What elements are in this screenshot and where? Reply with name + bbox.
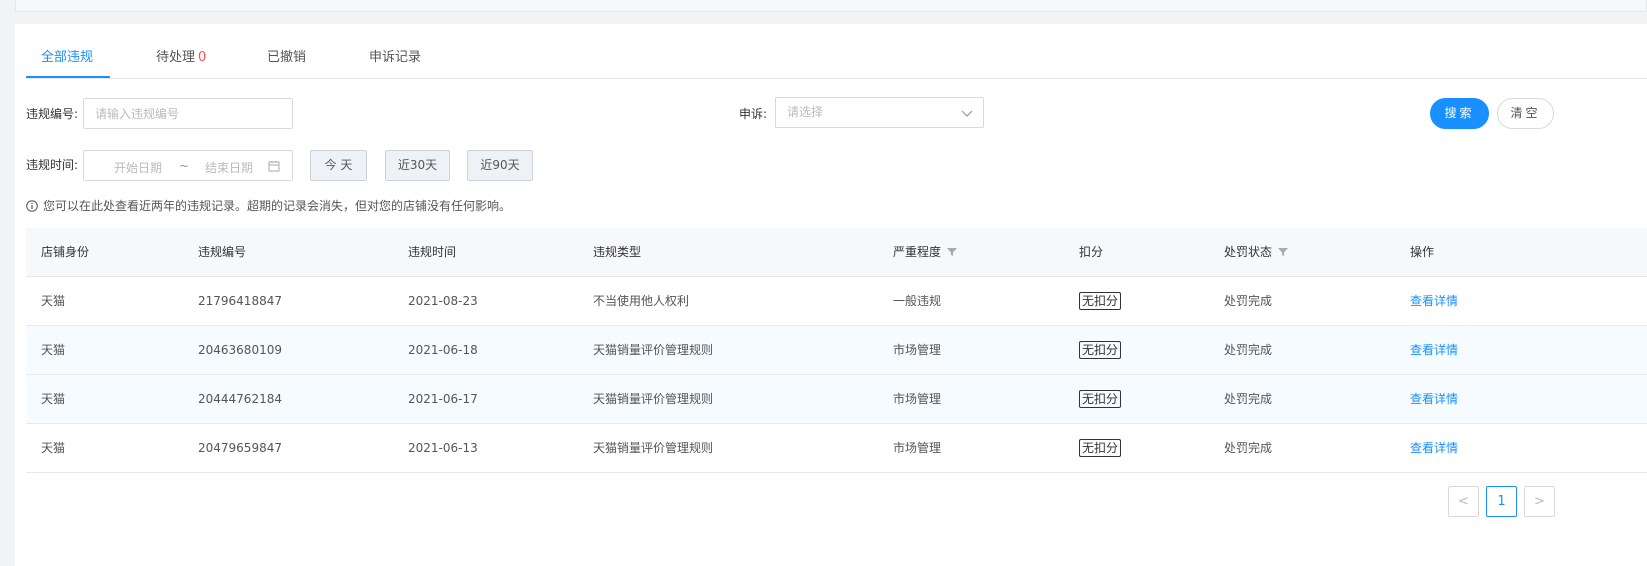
cell-severity: 市场管理 bbox=[893, 441, 942, 455]
info-icon bbox=[26, 200, 38, 212]
cell-status: 处罚完成 bbox=[1224, 294, 1273, 308]
cell-date: 2021-06-13 bbox=[408, 441, 478, 455]
top-panel bbox=[15, 0, 1647, 12]
cell-points: 无扣分 bbox=[1079, 326, 1122, 374]
table-header: 店铺身份 违规编号 违规时间 违规类型 严重程度 扣分 处罚状态 操作 bbox=[26, 228, 1647, 277]
cell-type: 不当使用他人权利 bbox=[593, 294, 690, 308]
cell-status: 处罚完成 bbox=[1224, 441, 1273, 455]
chevron-down-icon bbox=[961, 110, 973, 117]
date-range-picker[interactable]: 开始日期 ~ 结束日期 bbox=[83, 150, 293, 181]
last-30-days-button[interactable]: 近30天 bbox=[385, 150, 450, 181]
cell-type: 天猫销量评价管理规则 bbox=[593, 392, 714, 406]
points-badge: 无扣分 bbox=[1079, 439, 1122, 457]
pagination-page-1[interactable]: 1 bbox=[1486, 486, 1517, 517]
cell-violation-no: 20463680109 bbox=[198, 343, 282, 357]
filter-icon[interactable] bbox=[1278, 247, 1289, 257]
cell-points: 无扣分 bbox=[1079, 424, 1122, 472]
table-row: 天猫 20463680109 2021-06-18 天猫销量评价管理规则 市场管… bbox=[26, 326, 1647, 375]
pending-count: 0 bbox=[198, 50, 207, 65]
appeal-select[interactable]: 请选择 bbox=[775, 97, 984, 128]
violation-time-label: 违规时间: bbox=[26, 158, 79, 172]
notice-text: 您可以在此处查看近两年的违规记录。超期的记录会消失，但对您的店铺没有任何影响。 bbox=[43, 199, 512, 213]
filter-icon[interactable] bbox=[947, 247, 958, 257]
view-details-link[interactable]: 查看详情 bbox=[1410, 424, 1458, 472]
cell-severity: 市场管理 bbox=[893, 343, 942, 357]
pagination-next-button[interactable]: > bbox=[1524, 486, 1555, 517]
violations-table: 店铺身份 违规编号 违规时间 违规类型 严重程度 扣分 处罚状态 操作 天猫 2… bbox=[26, 228, 1647, 473]
retention-notice: 您可以在此处查看近两年的违规记录。超期的记录会消失，但对您的店铺没有任何影响。 bbox=[26, 197, 511, 214]
view-details-link[interactable]: 查看详情 bbox=[1410, 326, 1458, 374]
cell-severity: 市场管理 bbox=[893, 392, 942, 406]
start-date-placeholder: 开始日期 bbox=[114, 161, 163, 175]
col-points: 扣分 bbox=[1079, 245, 1104, 259]
calendar-icon bbox=[268, 161, 280, 172]
col-penalty-status[interactable]: 处罚状态 bbox=[1224, 228, 1289, 276]
cell-severity: 一般违规 bbox=[893, 294, 942, 308]
violation-no-input[interactable] bbox=[83, 98, 293, 129]
cell-points: 无扣分 bbox=[1079, 277, 1122, 325]
cell-status: 处罚完成 bbox=[1224, 392, 1273, 406]
points-badge: 无扣分 bbox=[1079, 390, 1122, 408]
cell-type: 天猫销量评价管理规则 bbox=[593, 343, 714, 357]
cell-date: 2021-06-17 bbox=[408, 392, 478, 406]
table-row: 天猫 20444762184 2021-06-17 天猫销量评价管理规则 市场管… bbox=[26, 375, 1647, 424]
search-button[interactable]: 搜索 bbox=[1430, 98, 1489, 129]
table-row: 天猫 20479659847 2021-06-13 天猫销量评价管理规则 市场管… bbox=[26, 424, 1647, 473]
cell-violation-no: 20444762184 bbox=[198, 392, 282, 406]
cell-shop: 天猫 bbox=[41, 294, 66, 308]
points-badge: 无扣分 bbox=[1079, 341, 1122, 359]
active-tab-indicator bbox=[26, 76, 110, 78]
points-badge: 无扣分 bbox=[1079, 292, 1122, 310]
last-90-days-button[interactable]: 近90天 bbox=[467, 150, 533, 181]
appeal-label: 申诉: bbox=[739, 107, 768, 121]
violation-no-label: 违规编号: bbox=[26, 107, 79, 121]
tab-appeal-records[interactable]: 申诉记录 bbox=[369, 46, 421, 77]
tab-bar: 全部违规 待处理 0 已撤销 申诉记录 bbox=[26, 46, 1647, 79]
cell-shop: 天猫 bbox=[41, 392, 66, 406]
pagination-prev-button[interactable]: < bbox=[1448, 486, 1479, 517]
col-actions: 操作 bbox=[1410, 245, 1435, 259]
tab-pending[interactable]: 待处理 0 bbox=[156, 46, 206, 77]
appeal-select-placeholder: 请选择 bbox=[787, 105, 824, 119]
cell-date: 2021-08-23 bbox=[408, 294, 478, 308]
col-violation-time: 违规时间 bbox=[408, 245, 457, 259]
cell-shop: 天猫 bbox=[41, 441, 66, 455]
table-row: 天猫 21796418847 2021-08-23 不当使用他人权利 一般违规 … bbox=[26, 277, 1647, 326]
view-details-link[interactable]: 查看详情 bbox=[1410, 375, 1458, 423]
today-button[interactable]: 今 天 bbox=[310, 150, 367, 181]
end-date-placeholder: 结束日期 bbox=[205, 161, 254, 175]
col-shop-identity: 店铺身份 bbox=[41, 245, 90, 259]
cell-type: 天猫销量评价管理规则 bbox=[593, 441, 714, 455]
clear-button[interactable]: 清空 bbox=[1497, 98, 1554, 129]
violations-card: 全部违规 待处理0 已撤销 申诉记录 违规编号: 申诉: 请选择 搜索 清空 违… bbox=[15, 24, 1647, 566]
cell-status: 处罚完成 bbox=[1224, 343, 1273, 357]
cell-violation-no: 20479659847 bbox=[198, 441, 282, 455]
range-separator: ~ bbox=[179, 159, 190, 173]
cell-points: 无扣分 bbox=[1079, 375, 1122, 423]
cell-shop: 天猫 bbox=[41, 343, 66, 357]
tab-all-violations[interactable]: 全部违规 bbox=[41, 46, 93, 77]
cell-date: 2021-06-18 bbox=[408, 343, 478, 357]
col-violation-type: 违规类型 bbox=[593, 245, 642, 259]
col-violation-no: 违规编号 bbox=[198, 245, 247, 259]
cell-violation-no: 21796418847 bbox=[198, 294, 282, 308]
col-severity[interactable]: 严重程度 bbox=[893, 228, 958, 276]
tab-revoked[interactable]: 已撤销 bbox=[267, 46, 306, 77]
view-details-link[interactable]: 查看详情 bbox=[1410, 277, 1458, 325]
